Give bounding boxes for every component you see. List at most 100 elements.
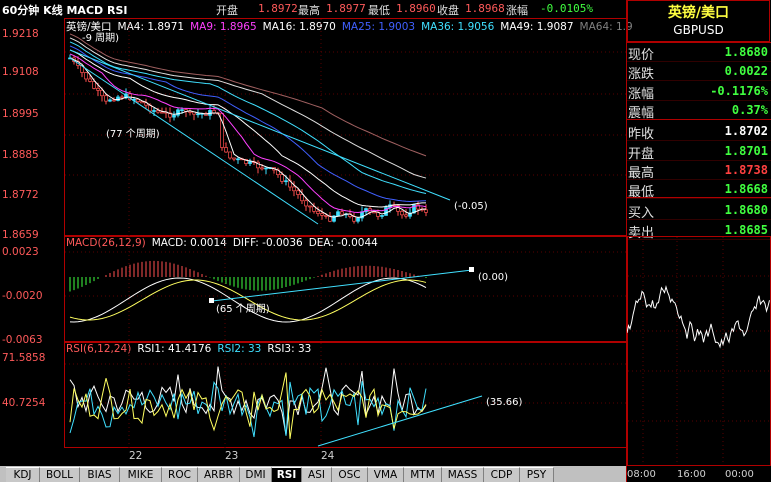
candle-body [316, 210, 320, 214]
chart-canvas[interactable]: -9 周期) (77 个周期) (-0.05) (65 个周期) (0.00) … [0, 0, 627, 466]
candle-body [308, 205, 312, 208]
quote-name: 英镑/美口 [667, 5, 730, 21]
tab-arbr[interactable]: ARBR [198, 467, 240, 482]
quote-value: 1.8702 [724, 124, 768, 139]
quote-row: 最高 1.8738 [627, 161, 771, 181]
candle-body [112, 99, 116, 102]
tab-kdj[interactable]: KDJ [6, 467, 40, 482]
candle-body [400, 210, 404, 216]
candle-body [372, 211, 376, 214]
candle-body [336, 211, 340, 217]
tab-roc[interactable]: ROC [162, 467, 198, 482]
tab-vma[interactable]: VMA [368, 467, 404, 482]
quote-label: 最高 [628, 165, 655, 181]
quote-value: 1.8668 [724, 182, 768, 197]
quote-row: 涨跌 0.0022 [627, 62, 771, 83]
macd-plot [69, 260, 474, 323]
candle-body [160, 111, 164, 114]
candle-body [180, 109, 184, 111]
grid-lines [65, 19, 626, 448]
candle-body [152, 110, 156, 112]
mini-intraday-chart[interactable]: 08:00 16:00 00:00 [627, 236, 771, 482]
tab-asi[interactable]: ASI [302, 467, 332, 482]
tab-boll[interactable]: BOLL [40, 467, 80, 482]
quote-row: 震幅 0.37% [627, 101, 771, 121]
tab-rsi[interactable]: RSI [272, 467, 302, 482]
candle-body [320, 213, 324, 216]
candle-body [196, 113, 200, 116]
mini-chart-grid [628, 237, 770, 465]
tab-dmi[interactable]: DMI [240, 467, 272, 482]
candle-body [380, 215, 384, 217]
quote-row: 开盘 1.8701 [627, 142, 771, 162]
annotation-65-periods: (65 个周期) [216, 303, 270, 315]
annotation-price-trend: (-0.05) [454, 201, 488, 212]
quote-row: 昨收 1.8702 [627, 122, 771, 143]
quote-row: 涨幅 -0.1176% [627, 82, 771, 102]
tab-cdp[interactable]: CDP [484, 467, 520, 482]
tab-mike[interactable]: MIKE [120, 467, 162, 482]
candle-body [260, 167, 264, 170]
candle-body [104, 95, 108, 102]
rsi-line [69, 366, 427, 436]
mini-price-line [627, 285, 770, 349]
candle-body [188, 111, 192, 113]
candle-body [236, 158, 240, 161]
candle-body [248, 161, 252, 164]
candle-body [88, 78, 92, 82]
candle-body [296, 190, 300, 195]
rsi-plot [69, 366, 483, 447]
candle-body [356, 217, 360, 222]
mini-chart-frame [627, 236, 771, 466]
quote-value: 0.37% [731, 102, 768, 117]
mini-x-tick: 08:00 [627, 469, 656, 480]
annotation-rsi-trend: (35.66) [486, 397, 523, 408]
mini-x-tick: 00:00 [725, 469, 754, 480]
quote-separator [627, 42, 771, 43]
candle-body [120, 96, 124, 99]
candle-body [292, 186, 296, 192]
candle-body [140, 101, 144, 104]
quote-row: 现价 1.8680 [627, 43, 771, 63]
candle-body [84, 72, 88, 80]
tab-bias[interactable]: BIAS [80, 467, 120, 482]
rsi-line [69, 381, 427, 438]
tab-psy[interactable]: PSY [520, 467, 554, 482]
quote-label: 买入 [628, 206, 655, 222]
candle-body [300, 194, 304, 202]
candle-body [100, 89, 104, 97]
quote-value: 0.0022 [724, 64, 768, 79]
annotation-macd-trend: (0.00) [478, 272, 508, 283]
quote-separator [627, 197, 771, 198]
quote-label: 开盘 [628, 146, 655, 162]
ma-line [69, 37, 427, 179]
quote-value: 1.8680 [724, 203, 768, 218]
candle-body [232, 157, 236, 160]
quote-label: 现价 [628, 48, 655, 63]
candle-body [280, 174, 284, 182]
candle-body [304, 200, 308, 207]
quote-label: 昨收 [628, 127, 655, 143]
tab-osc[interactable]: OSC [332, 467, 368, 482]
candle-body [404, 214, 408, 217]
quote-label: 涨幅 [628, 86, 655, 102]
trend-line [69, 57, 319, 225]
quote-value: 1.8738 [724, 162, 768, 177]
candle-body [172, 114, 176, 118]
candle-body [96, 88, 100, 91]
quote-value: 1.8701 [724, 143, 768, 158]
candle-body [156, 110, 160, 113]
mini-x-tick: 16:00 [677, 469, 706, 480]
anchor-point [469, 267, 474, 272]
anchor-point [209, 298, 214, 303]
annotation-77-periods: (77 个周期) [106, 128, 160, 140]
quote-value: 1.8680 [724, 45, 768, 59]
tab-mtm[interactable]: MTM [404, 467, 442, 482]
candle-body [284, 180, 288, 183]
quote-label: 涨跌 [628, 67, 655, 83]
annotation-period-top: -9 周期) [82, 32, 119, 44]
quote-value: 1.8685 [724, 222, 768, 237]
trend-line [69, 49, 451, 201]
candle-body [424, 209, 428, 213]
tab-mass[interactable]: MASS [442, 467, 484, 482]
